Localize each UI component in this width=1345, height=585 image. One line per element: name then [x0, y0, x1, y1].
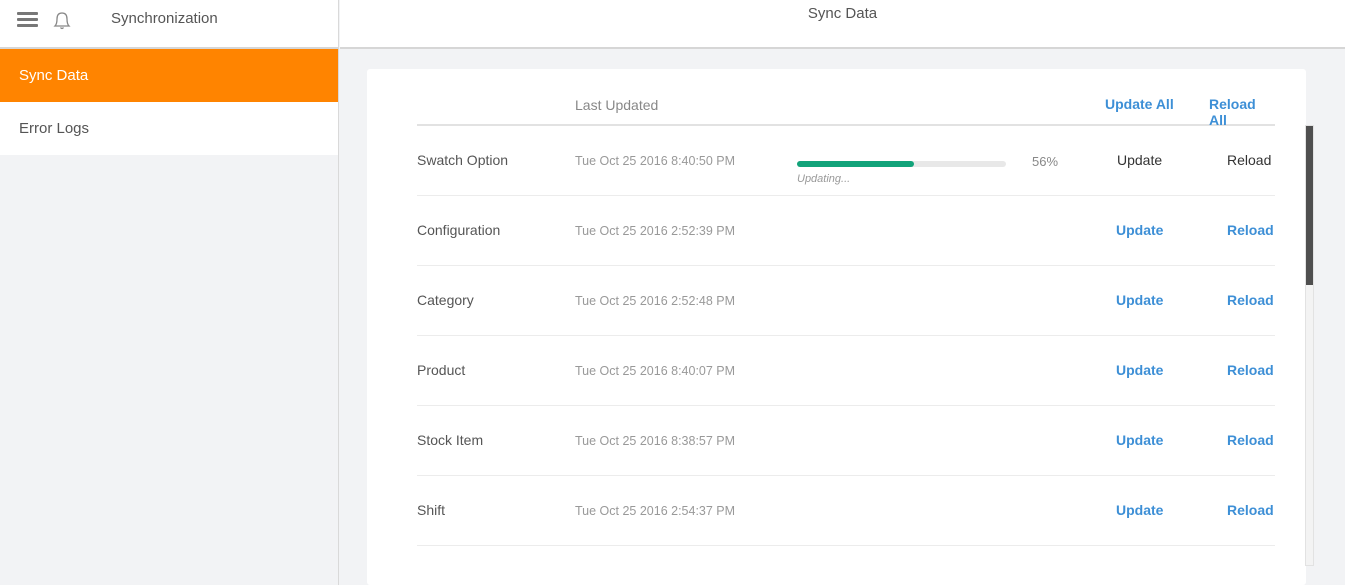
- table-row: Swatch Option Tue Oct 25 2016 8:40:50 PM…: [417, 126, 1275, 196]
- hamburger-menu-icon[interactable]: [17, 12, 38, 28]
- table-row: Stock Item Tue Oct 25 2016 8:38:57 PM Up…: [417, 406, 1275, 476]
- update-button[interactable]: Update: [1116, 292, 1163, 308]
- scrollbar-thumb[interactable]: [1306, 126, 1313, 285]
- progress-status: Updating...: [797, 173, 851, 185]
- reload-button[interactable]: Reload: [1227, 432, 1274, 448]
- sync-panel: Last Updated Update All Reload All Swatc…: [367, 69, 1306, 585]
- progress-bar: [797, 161, 1006, 167]
- progress-bar-fill: [797, 161, 915, 167]
- scrollbar[interactable]: [1305, 125, 1314, 566]
- update-button[interactable]: Update: [1116, 222, 1163, 238]
- row-entity-name: Configuration: [417, 222, 501, 238]
- row-last-updated: Tue Oct 25 2016 8:38:57 PM: [575, 434, 736, 448]
- row-last-updated: Tue Oct 25 2016 2:54:37 PM: [575, 504, 736, 518]
- reload-button[interactable]: Reload: [1227, 152, 1271, 168]
- page-title: Sync Data: [807, 5, 878, 22]
- row-last-updated: Tue Oct 25 2016 8:40:50 PM: [575, 154, 736, 168]
- sidebar-title: Synchronization: [111, 10, 218, 27]
- update-button[interactable]: Update: [1116, 502, 1163, 518]
- reload-button[interactable]: Reload: [1227, 502, 1274, 518]
- row-entity-name: Category: [417, 292, 474, 308]
- update-all-button[interactable]: Update All: [1105, 96, 1174, 112]
- update-button[interactable]: Update: [1116, 362, 1163, 378]
- table-row: Product Tue Oct 25 2016 8:40:07 PM Updat…: [417, 336, 1275, 406]
- row-entity-name: Swatch Option: [417, 152, 509, 168]
- reload-button[interactable]: Reload: [1227, 222, 1274, 238]
- sync-table-body: Swatch Option Tue Oct 25 2016 8:40:50 PM…: [417, 126, 1275, 546]
- update-button[interactable]: Update: [1116, 432, 1163, 448]
- update-button[interactable]: Update: [1117, 152, 1162, 168]
- table-row: Configuration Tue Oct 25 2016 2:52:39 PM…: [417, 196, 1275, 266]
- row-entity-name: Shift: [417, 502, 446, 518]
- row-last-updated: Tue Oct 25 2016 2:52:48 PM: [575, 294, 736, 308]
- sidebar: Synchronization Sync Data Error Logs: [0, 0, 339, 585]
- sidebar-header: Synchronization: [0, 0, 338, 49]
- row-entity-name: Stock Item: [417, 432, 484, 448]
- reload-all-button[interactable]: Reload All: [1209, 96, 1275, 128]
- progress-percent: 56%: [1032, 154, 1059, 169]
- reload-button[interactable]: Reload: [1227, 362, 1274, 378]
- row-last-updated: Tue Oct 25 2016 8:40:07 PM: [575, 364, 736, 378]
- row-entity-name: Product: [417, 362, 466, 378]
- column-header-last-updated: Last Updated: [575, 97, 659, 113]
- row-last-updated: Tue Oct 25 2016 2:52:39 PM: [575, 224, 736, 238]
- top-bar: Sync Data: [340, 0, 1345, 49]
- sidebar-item-error-logs[interactable]: Error Logs: [0, 102, 338, 155]
- sidebar-item-sync-data[interactable]: Sync Data: [0, 49, 338, 102]
- table-row: Shift Tue Oct 25 2016 2:54:37 PM Update …: [417, 476, 1275, 546]
- bell-icon[interactable]: [51, 9, 73, 31]
- table-header: Last Updated Update All Reload All: [417, 69, 1275, 128]
- reload-button[interactable]: Reload: [1227, 292, 1274, 308]
- table-row: Category Tue Oct 25 2016 2:52:48 PM Upda…: [417, 266, 1275, 336]
